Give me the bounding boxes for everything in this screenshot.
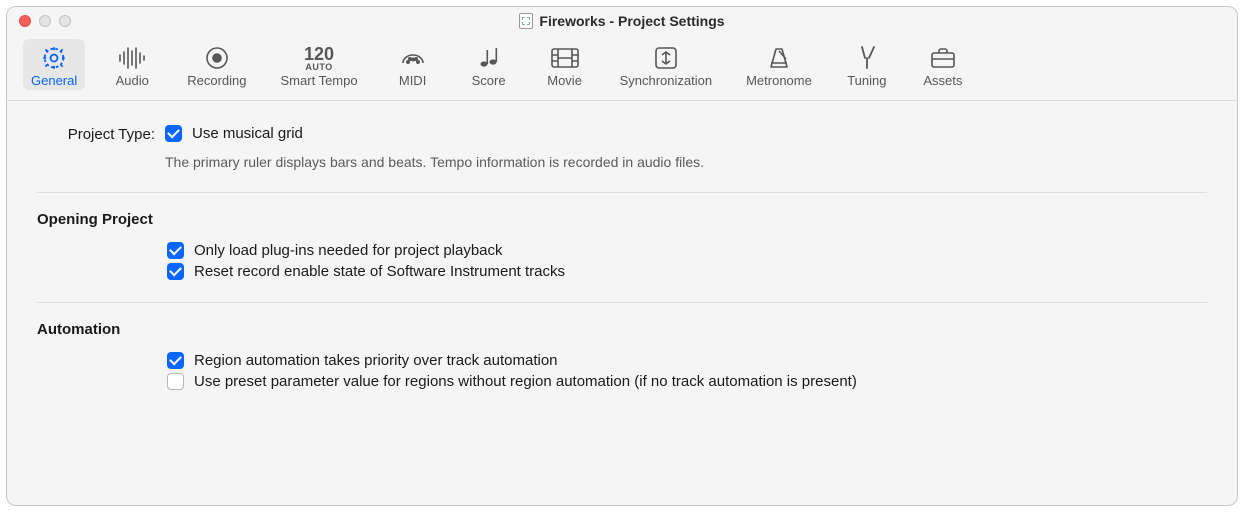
opening-project-header: Opening Project [37, 211, 1207, 228]
checkbox-unchecked-icon[interactable] [167, 373, 184, 390]
sync-icon [653, 43, 679, 73]
tempo-sub: AUTO [305, 63, 332, 72]
traffic-lights [19, 15, 71, 27]
tab-label: Assets [923, 73, 962, 88]
use-musical-grid-option[interactable]: Use musical grid [165, 125, 1207, 142]
checkbox-checked-icon[interactable] [167, 242, 184, 259]
project-type-row: Project Type: Use musical grid The prima… [37, 125, 1207, 170]
option-label: Only load plug-ins needed for project pl… [194, 242, 503, 259]
divider [37, 192, 1207, 193]
option-label: Region automation takes priority over tr… [194, 352, 558, 369]
checkbox-checked-icon[interactable] [165, 125, 182, 142]
document-icon [519, 13, 533, 29]
region-automation-priority-option[interactable]: Region automation takes priority over tr… [167, 352, 1207, 369]
tempo-icon: 120 AUTO [304, 43, 334, 73]
tab-label: Audio [116, 73, 149, 88]
score-icon [475, 43, 503, 73]
tab-score[interactable]: Score [460, 39, 518, 90]
tab-label: Smart Tempo [281, 73, 358, 88]
record-icon [204, 43, 230, 73]
tempo-number: 120 [304, 45, 334, 63]
tab-general[interactable]: General [23, 39, 85, 90]
minimize-window-button[interactable] [39, 15, 51, 27]
tab-label: Synchronization [620, 73, 713, 88]
opening-project-options: Only load plug-ins needed for project pl… [37, 242, 1207, 280]
checkbox-checked-icon[interactable] [167, 352, 184, 369]
tab-label: Tuning [847, 73, 886, 88]
metronome-icon [766, 43, 792, 73]
tab-label: Score [472, 73, 506, 88]
automation-header: Automation [37, 321, 1207, 338]
content-area: Project Type: Use musical grid The prima… [7, 101, 1237, 404]
project-type-helper: The primary ruler displays bars and beat… [165, 154, 1207, 170]
film-icon [550, 43, 580, 73]
briefcase-icon [929, 43, 957, 73]
tab-assets[interactable]: Assets [914, 39, 972, 90]
titlebar: Fireworks - Project Settings [7, 7, 1237, 35]
option-label: Reset record enable state of Software In… [194, 263, 565, 280]
tab-midi[interactable]: MIDI [384, 39, 442, 90]
only-load-plugins-option[interactable]: Only load plug-ins needed for project pl… [167, 242, 1207, 259]
toolbar: General Audio [7, 35, 1237, 101]
tab-synchronization[interactable]: Synchronization [612, 39, 721, 90]
waveform-icon [117, 43, 147, 73]
preset-parameter-value-option[interactable]: Use preset parameter value for regions w… [167, 373, 1207, 390]
option-label: Use preset parameter value for regions w… [194, 373, 857, 390]
divider [37, 302, 1207, 303]
close-window-button[interactable] [19, 15, 31, 27]
tab-label: MIDI [399, 73, 426, 88]
tab-smart-tempo[interactable]: 120 AUTO Smart Tempo [273, 39, 366, 90]
midi-icon [399, 43, 427, 73]
tab-label: General [31, 73, 77, 88]
tuning-fork-icon [856, 43, 878, 73]
tab-movie[interactable]: Movie [536, 39, 594, 90]
window-title-wrap: Fireworks - Project Settings [519, 13, 724, 29]
tab-label: Metronome [746, 73, 812, 88]
window-title: Fireworks - Project Settings [539, 13, 724, 29]
tab-metronome[interactable]: Metronome [738, 39, 820, 90]
gear-icon [40, 43, 68, 73]
reset-record-enable-option[interactable]: Reset record enable state of Software In… [167, 263, 1207, 280]
tab-tuning[interactable]: Tuning [838, 39, 896, 90]
checkbox-checked-icon[interactable] [167, 263, 184, 280]
tab-audio[interactable]: Audio [103, 39, 161, 90]
project-type-label: Project Type: [37, 125, 155, 143]
settings-window: Fireworks - Project Settings General [6, 6, 1238, 506]
tab-recording[interactable]: Recording [179, 39, 254, 90]
zoom-window-button[interactable] [59, 15, 71, 27]
option-label: Use musical grid [192, 125, 303, 142]
tab-label: Recording [187, 73, 246, 88]
tab-label: Movie [547, 73, 582, 88]
automation-options: Region automation takes priority over tr… [37, 352, 1207, 390]
